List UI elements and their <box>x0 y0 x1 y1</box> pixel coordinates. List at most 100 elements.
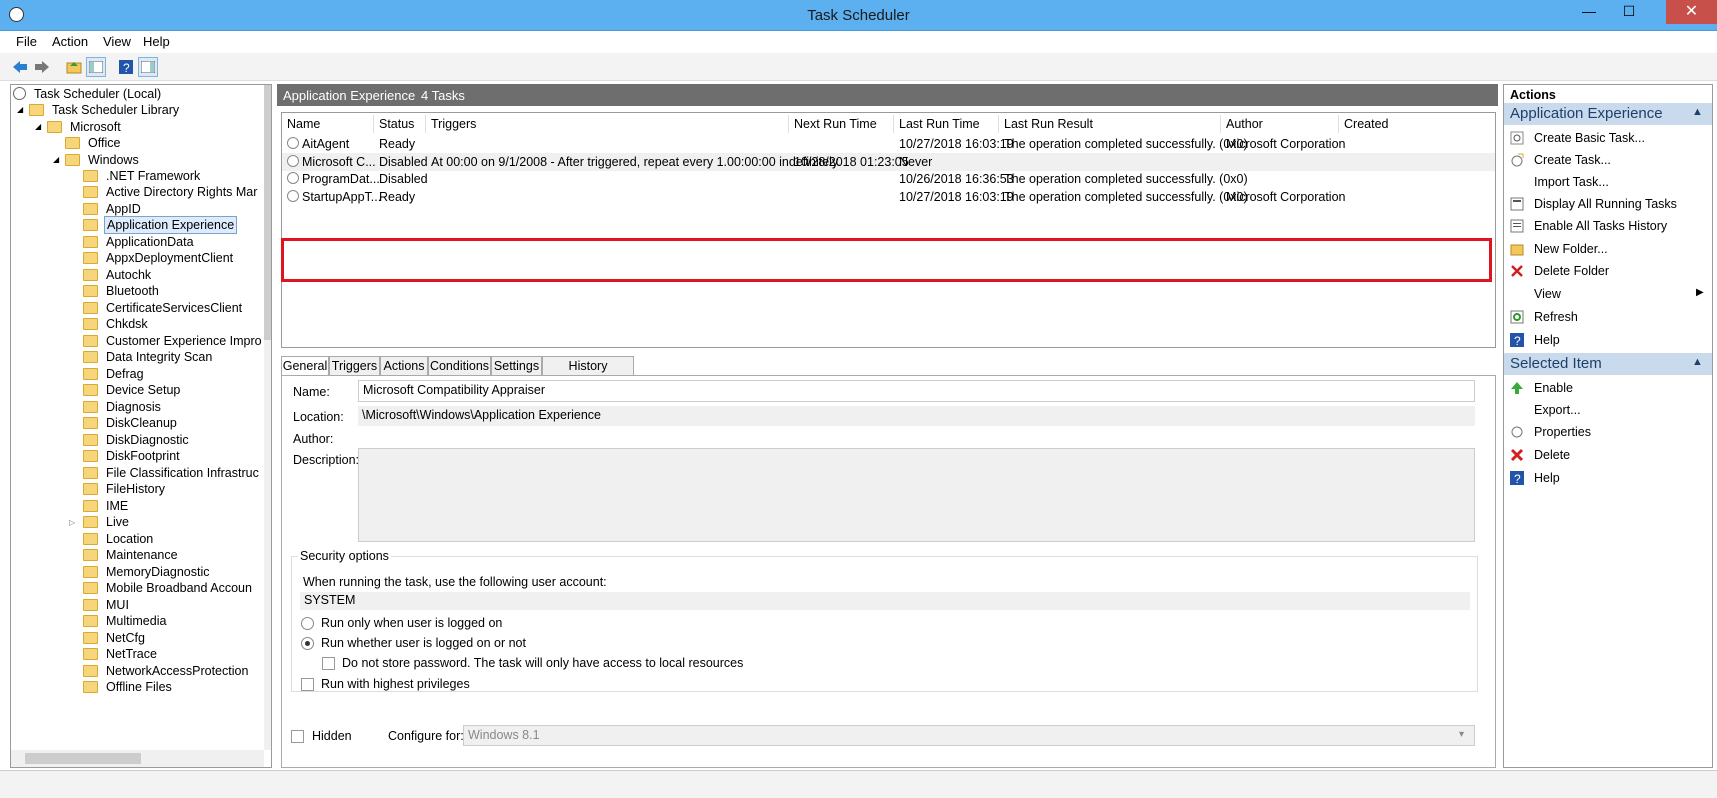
minimize-button[interactable]: — <box>1569 0 1609 24</box>
tab-general[interactable]: General <box>281 356 329 377</box>
action-help[interactable]: ? Help <box>1504 329 1712 351</box>
expanded-triangle-icon[interactable]: ◢ <box>17 105 29 114</box>
column-header[interactable]: Last Run Result <box>1004 117 1093 131</box>
hidden-checkbox[interactable] <box>291 730 304 743</box>
column-header[interactable]: Name <box>287 117 320 131</box>
column-separator[interactable] <box>1338 115 1339 133</box>
configure-for-select[interactable]: Windows 8.1 <box>463 725 1475 746</box>
tree-item[interactable]: .NET Framework <box>83 167 202 184</box>
description-field[interactable] <box>358 448 1475 542</box>
expanded-triangle-icon[interactable]: ◢ <box>35 122 47 131</box>
tree-item[interactable]: MemoryDiagnostic <box>83 563 212 580</box>
action-view[interactable]: View ▶ <box>1504 283 1712 305</box>
tree-item-windows[interactable]: ◢ Windows <box>53 151 141 168</box>
tree-horizontal-scrollbar[interactable] <box>11 750 264 767</box>
action-create-basic-task[interactable]: Create Basic Task... <box>1504 127 1712 149</box>
menu-help[interactable]: Help <box>143 34 170 49</box>
do-not-store-password-checkbox[interactable] <box>322 657 335 670</box>
close-button[interactable]: ✕ <box>1666 0 1717 24</box>
run-logged-on-radio[interactable] <box>301 617 314 630</box>
highest-privileges-checkbox[interactable] <box>301 678 314 691</box>
scrollbar-thumb[interactable] <box>264 85 271 340</box>
tree-item[interactable]: AppID <box>83 200 143 217</box>
action-enable-all-tasks-history[interactable]: Enable All Tasks History <box>1504 215 1712 237</box>
tab-triggers[interactable]: Triggers <box>329 356 380 376</box>
tree-item-root[interactable]: Task Scheduler (Local) <box>13 85 163 102</box>
column-separator[interactable] <box>1220 115 1221 133</box>
action-export[interactable]: Export... <box>1504 399 1712 421</box>
tree-item[interactable]: NetCfg <box>83 629 147 646</box>
back-arrow-icon[interactable] <box>10 57 30 77</box>
tree-item[interactable]: Chkdsk <box>83 316 150 333</box>
section-application-experience[interactable]: Application Experience ▲ <box>1504 103 1712 125</box>
action-new-folder[interactable]: New Folder... <box>1504 238 1712 260</box>
section-selected-item[interactable]: Selected Item ▲ <box>1504 353 1712 375</box>
column-header[interactable]: Last Run Time <box>899 117 980 131</box>
run-whether-logged-label[interactable]: Run whether user is logged on or not <box>321 636 526 650</box>
tree-item[interactable]: Defrag <box>83 365 146 382</box>
tree-item[interactable]: Mobile Broadband Accoun <box>83 580 254 597</box>
column-header[interactable]: Triggers <box>431 117 476 131</box>
tree-item[interactable]: Maintenance <box>83 547 180 564</box>
action-delete-folder[interactable]: Delete Folder <box>1504 260 1712 282</box>
tree-item[interactable]: Application Experience <box>83 216 238 234</box>
column-header[interactable]: Author <box>1226 117 1263 131</box>
table-row[interactable]: StartupAppT... Ready 10/27/2018 16:03:19 Th… <box>282 188 1495 206</box>
tree-item[interactable]: ApplicationData <box>83 233 196 250</box>
tree-item[interactable]: File Classification Infrastruc <box>83 464 261 481</box>
tree-item[interactable]: Customer Experience Impro <box>83 332 264 349</box>
tab-history-disabled[interactable]: History (disabled) <box>542 356 634 391</box>
hidden-label[interactable]: Hidden <box>312 729 352 743</box>
tree-item[interactable]: FileHistory <box>83 481 167 498</box>
tree-item[interactable]: Offline Files <box>83 679 174 696</box>
action-properties[interactable]: Properties <box>1504 421 1712 443</box>
forward-arrow-icon[interactable] <box>32 57 52 77</box>
menu-action[interactable]: Action <box>52 34 88 49</box>
tree-item[interactable]: ▷ Live <box>69 514 131 531</box>
tree-item-library[interactable]: ◢ Task Scheduler Library <box>17 101 181 118</box>
chevron-down-icon[interactable]: ▾ <box>1459 729 1464 740</box>
column-header[interactable]: Status <box>379 117 414 131</box>
column-separator[interactable] <box>788 115 789 133</box>
do-not-store-password-label[interactable]: Do not store password. The task will onl… <box>342 656 743 670</box>
maximize-button[interactable]: ☐ <box>1609 0 1649 24</box>
highest-privileges-label[interactable]: Run with highest privileges <box>321 677 470 691</box>
action-refresh[interactable]: Refresh <box>1504 306 1712 328</box>
help-icon[interactable]: ? <box>116 57 136 77</box>
tree-item[interactable]: CertificateServicesClient <box>83 299 244 316</box>
tab-actions[interactable]: Actions <box>380 356 428 376</box>
tree-item[interactable]: Diagnosis <box>83 398 163 415</box>
action-import-task[interactable]: Import Task... <box>1504 171 1712 193</box>
column-separator[interactable] <box>998 115 999 133</box>
tree-vertical-scrollbar[interactable] <box>264 85 271 750</box>
table-row[interactable]: Microsoft C... Disabled At 00:00 on 9/1/20… <box>282 152 1495 171</box>
tree-item[interactable]: MUI <box>83 596 131 613</box>
tree-item[interactable]: DiskDiagnostic <box>83 431 191 448</box>
tree-item[interactable]: IME <box>83 497 130 514</box>
show-tree-icon[interactable] <box>86 57 106 77</box>
tree-item[interactable]: NetTrace <box>83 646 159 663</box>
show-action-pane-icon[interactable] <box>138 57 158 77</box>
scrollbar-thumb[interactable] <box>25 753 141 764</box>
tree-item[interactable]: AppxDeploymentClient <box>83 250 235 267</box>
action-enable[interactable]: Enable <box>1504 377 1712 399</box>
tree-item[interactable]: Multimedia <box>83 613 168 630</box>
tree-item-microsoft[interactable]: ◢ Microsoft <box>35 118 123 135</box>
expanded-triangle-icon[interactable]: ◢ <box>53 155 65 164</box>
action-delete[interactable]: Delete <box>1504 444 1712 466</box>
column-separator[interactable] <box>893 115 894 133</box>
up-folder-icon[interactable] <box>64 57 84 77</box>
column-separator[interactable] <box>373 115 374 133</box>
tree-item[interactable]: Autochk <box>83 266 153 283</box>
menu-file[interactable]: File <box>16 34 37 49</box>
collapsed-triangle-icon[interactable]: ▷ <box>69 518 75 527</box>
tree-item[interactable]: DiskCleanup <box>83 415 179 432</box>
column-separator[interactable] <box>425 115 426 133</box>
menu-view[interactable]: View <box>103 34 131 49</box>
run-logged-on-label[interactable]: Run only when user is logged on <box>321 616 502 630</box>
column-header[interactable]: Created <box>1344 117 1388 131</box>
tree-item[interactable]: NetworkAccessProtection <box>83 662 250 679</box>
action-help[interactable]: ? Help <box>1504 467 1712 489</box>
name-field[interactable]: Microsoft Compatibility Appraiser <box>358 380 1475 402</box>
table-row[interactable]: AitAgent Ready 10/27/2018 16:03:19 The oper… <box>282 135 1495 153</box>
